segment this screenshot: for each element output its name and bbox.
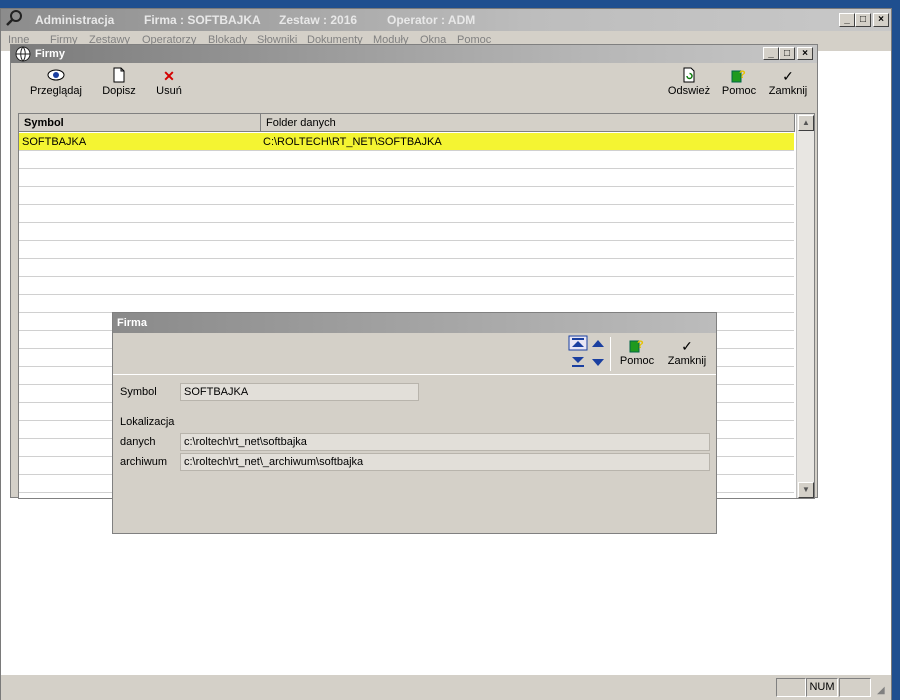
refresh-icon <box>667 67 711 85</box>
refresh-button[interactable]: Odswież <box>667 67 711 97</box>
column-header-folder[interactable]: Folder danych <box>261 114 795 132</box>
empty-grid-row <box>19 241 794 259</box>
firmy-minimize-button[interactable]: _ <box>763 47 779 60</box>
firma-help-label: Pomoc <box>619 355 655 367</box>
cell-folder: C:\ROLTECH\RT_NET\SOFTBAJKA <box>263 136 442 148</box>
close-window-button[interactable]: ✓ Zamknij <box>767 67 809 97</box>
toolbar-separator <box>610 337 611 371</box>
maximize-button[interactable]: □ <box>855 13 871 27</box>
empty-grid-row <box>19 295 794 313</box>
delete-label: Usuń <box>156 85 182 97</box>
help-button[interactable]: ? Pomoc <box>719 67 759 97</box>
vertical-scrollbar[interactable]: ▲ ▼ <box>796 114 814 498</box>
close-button[interactable]: × <box>873 13 889 27</box>
status-num: NUM <box>806 678 838 697</box>
browse-button[interactable]: Przeglądaj <box>27 67 85 97</box>
app-title: Administracja <box>35 13 115 27</box>
firma-title-bar[interactable]: Firma <box>113 313 716 333</box>
status-panel-empty <box>776 678 806 697</box>
dialog-divider <box>113 374 716 375</box>
cell-symbol: SOFTBAJKA <box>22 136 87 148</box>
red-x-icon: ✕ <box>163 68 175 84</box>
symbol-field[interactable]: SOFTBAJKA <box>180 383 419 401</box>
eye-icon <box>27 67 85 85</box>
main-title-bar[interactable]: Administracja Firma : SOFTBAJKA Zestaw :… <box>1 9 891 31</box>
symbol-label: Symbol <box>120 386 157 398</box>
firma-title-segment: Firma : SOFTBAJKA <box>144 13 261 27</box>
firma-help-button[interactable]: ? Pomoc <box>617 337 657 367</box>
empty-grid-row <box>19 205 794 223</box>
empty-grid-row <box>19 187 794 205</box>
empty-grid-row <box>19 151 794 169</box>
svg-text:?: ? <box>739 69 746 81</box>
operator-title-segment: Operator : ADM <box>387 13 476 27</box>
table-row[interactable]: SOFTBAJKA C:\ROLTECH\RT_NET\SOFTBAJKA <box>19 133 794 151</box>
svg-text:?: ? <box>637 339 644 351</box>
status-panel-empty-2 <box>839 678 871 697</box>
browse-label: Przeglądaj <box>30 85 82 97</box>
firmy-title: Firmy <box>35 48 65 60</box>
empty-grid-row <box>19 169 794 187</box>
help-icon: ? <box>719 67 759 85</box>
scroll-up-icon[interactable]: ▲ <box>798 115 814 131</box>
scroll-down-icon[interactable]: ▼ <box>798 482 814 498</box>
minimize-button[interactable]: _ <box>839 13 855 27</box>
refresh-label: Odswież <box>667 85 711 97</box>
empty-grid-row <box>19 223 794 241</box>
column-header-symbol[interactable]: Symbol <box>19 114 261 132</box>
nav-prev-icon[interactable] <box>591 337 605 352</box>
resize-grip-icon[interactable]: ◢ <box>877 685 885 696</box>
danych-field[interactable]: c:\roltech\rt_net\softbajka <box>180 433 710 451</box>
globe-icon <box>15 46 31 68</box>
checkmark-icon: ✓ <box>782 68 794 84</box>
archiwum-label: archiwum <box>120 456 168 468</box>
empty-grid-row <box>19 277 794 295</box>
add-button[interactable]: Dopisz <box>99 67 139 97</box>
add-label: Dopisz <box>102 85 136 97</box>
lokalizacja-label: Lokalizacja <box>120 416 175 428</box>
delete-button[interactable]: ✕ Usuń <box>151 67 187 97</box>
firma-close-label: Zamknij <box>667 355 707 367</box>
help-icon: ? <box>617 337 657 355</box>
nav-next-icon[interactable] <box>591 357 605 372</box>
danych-label: danych <box>120 436 156 448</box>
checkmark-icon: ✓ <box>681 338 693 354</box>
nav-last-icon[interactable] <box>568 353 588 372</box>
firmy-close-button[interactable]: × <box>797 47 813 60</box>
archiwum-field[interactable]: c:\roltech\rt_net\_archiwum\softbajka <box>180 453 710 471</box>
help-label: Pomoc <box>721 85 757 97</box>
firma-close-button[interactable]: ✓ Zamknij <box>665 337 709 367</box>
firmy-maximize-button[interactable]: □ <box>779 47 795 60</box>
zestaw-title-segment: Zestaw : 2016 <box>279 13 358 27</box>
firmy-title-bar[interactable]: Firmy _ □ × <box>11 45 817 63</box>
close-label: Zamknij <box>768 85 808 97</box>
status-bar: NUM ◢ <box>1 674 891 700</box>
new-document-icon <box>99 67 139 85</box>
firma-dialog: Firma ? Pomoc ✓ Zamknij Symbol SOFTBAJKA… <box>112 312 717 534</box>
nav-first-icon[interactable] <box>568 335 588 354</box>
empty-grid-row <box>19 259 794 277</box>
